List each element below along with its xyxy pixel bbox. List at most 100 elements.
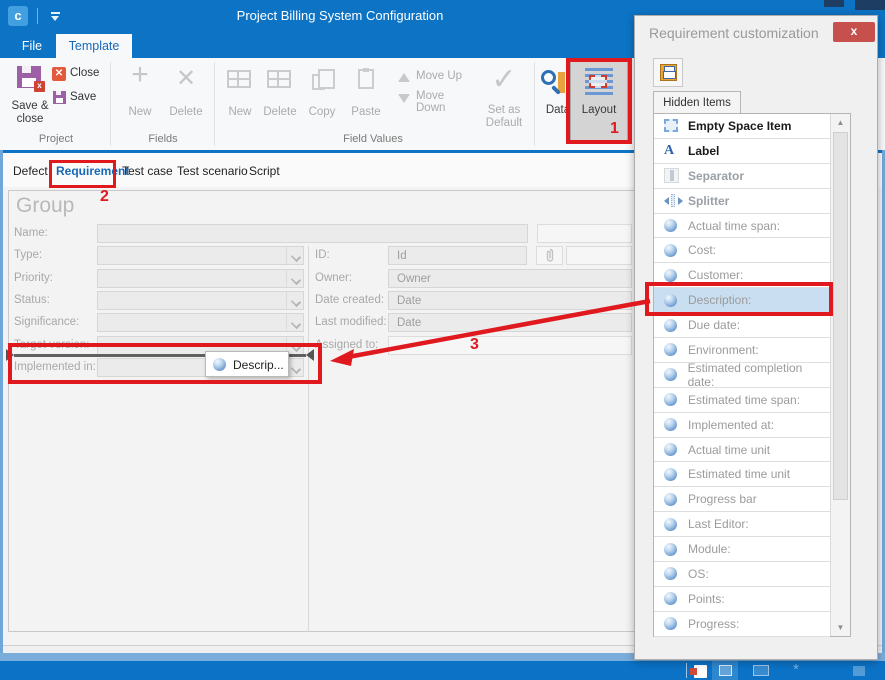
sphere-icon bbox=[664, 343, 677, 356]
chevron-down-icon[interactable] bbox=[286, 247, 303, 264]
list-item-cost[interactable]: Cost: bbox=[654, 238, 830, 263]
label-a-icon: A bbox=[664, 144, 674, 157]
list-item-os[interactable]: OS: bbox=[654, 562, 830, 587]
taskbar-divider bbox=[686, 663, 687, 678]
values-delete-button[interactable]: Delete bbox=[262, 64, 298, 124]
sphere-icon bbox=[664, 368, 677, 381]
assigned-to-field[interactable] bbox=[388, 336, 632, 355]
list-item-label: Splitter bbox=[688, 194, 729, 208]
quick-access-chevron-icon[interactable] bbox=[50, 12, 61, 21]
list-item-label: Separator bbox=[688, 169, 744, 183]
sphere-icon bbox=[664, 592, 677, 605]
move-up-button[interactable]: Move Up bbox=[396, 70, 476, 86]
id-field[interactable]: Id bbox=[388, 246, 527, 265]
list-scrollbar[interactable]: ▲ ▼ bbox=[830, 114, 850, 636]
chevron-down-icon[interactable] bbox=[286, 292, 303, 309]
group-separator bbox=[534, 62, 535, 146]
separator-icon bbox=[664, 168, 679, 183]
group-separator bbox=[110, 62, 111, 146]
fields-new-button[interactable]: + New bbox=[118, 62, 162, 126]
tab-script[interactable]: Script bbox=[249, 164, 280, 178]
titlebar-divider bbox=[37, 8, 38, 24]
scroll-thumb[interactable] bbox=[833, 132, 848, 500]
name-label: Name: bbox=[14, 227, 48, 239]
annotation-number-3: 3 bbox=[470, 336, 479, 354]
list-item-estimated-time-span[interactable]: Estimated time span: bbox=[654, 388, 830, 413]
set-default-label: Set as Default bbox=[478, 104, 530, 130]
copy-button[interactable]: Copy bbox=[304, 64, 340, 124]
close-label: Close bbox=[70, 67, 99, 79]
sphere-icon bbox=[664, 617, 677, 630]
list-item-due-date[interactable]: Due date: bbox=[654, 313, 830, 338]
values-new-button[interactable]: New bbox=[222, 64, 258, 124]
name-field[interactable] bbox=[97, 224, 528, 243]
taskbar-window-icon bbox=[719, 665, 732, 676]
owner-field[interactable]: Owner bbox=[388, 269, 632, 288]
up-arrow-icon bbox=[398, 73, 410, 82]
id-placeholder: Id bbox=[397, 250, 407, 262]
close-button[interactable]: ✕ Close bbox=[50, 66, 104, 84]
taskbar-notes-icon[interactable] bbox=[694, 665, 707, 678]
list-item-label: Label bbox=[688, 144, 719, 158]
id-extra-field[interactable] bbox=[566, 246, 632, 265]
panel-close-button[interactable]: x bbox=[833, 22, 875, 42]
window-close-partial[interactable] bbox=[855, 0, 885, 10]
list-item-label: Estimated completion date: bbox=[688, 361, 830, 389]
x-icon: ✕ bbox=[164, 64, 208, 93]
list-item-splitter[interactable]: Splitter bbox=[654, 189, 830, 214]
list-item-separator[interactable]: Separator bbox=[654, 164, 830, 189]
table-plus-icon bbox=[227, 70, 251, 88]
date-created-label: Date created: bbox=[315, 294, 384, 306]
check-icon: ✓ bbox=[478, 62, 530, 97]
list-item-actual-time-unit[interactable]: Actual time unit bbox=[654, 438, 830, 463]
empty-space-icon bbox=[664, 119, 678, 132]
panel-save-button[interactable] bbox=[653, 58, 683, 87]
window-controls-partial[interactable] bbox=[824, 0, 844, 7]
list-item-progress[interactable]: Progress: bbox=[654, 612, 830, 637]
type-combobox[interactable] bbox=[97, 246, 304, 265]
tab-file[interactable]: File bbox=[10, 34, 54, 58]
move-down-button[interactable]: Move Down bbox=[396, 90, 476, 106]
sphere-icon bbox=[664, 567, 677, 580]
tab-test-case[interactable]: Test case bbox=[122, 164, 173, 178]
list-item-progress-bar[interactable]: Progress bar bbox=[654, 487, 830, 512]
set-as-default-button[interactable]: ✓ Set as Default bbox=[478, 62, 530, 138]
list-item-environment[interactable]: Environment: bbox=[654, 338, 830, 363]
taskbar-snowflake-icon[interactable]: * bbox=[788, 662, 804, 678]
taskbar-tray-icon[interactable] bbox=[853, 666, 865, 676]
list-item-last-editor[interactable]: Last Editor: bbox=[654, 512, 830, 537]
list-item-label: Last Editor: bbox=[688, 517, 749, 531]
save-button[interactable]: Save bbox=[50, 90, 104, 108]
date-created-field[interactable]: Date bbox=[388, 291, 632, 310]
assigned-to-label: Assigned to: bbox=[315, 339, 378, 351]
scroll-up-icon[interactable]: ▲ bbox=[831, 114, 850, 131]
paste-label: Paste bbox=[344, 106, 388, 119]
list-item-implemented-at[interactable]: Implemented at: bbox=[654, 413, 830, 438]
list-item-label-item[interactable]: A Label bbox=[654, 139, 830, 164]
priority-combobox[interactable] bbox=[97, 269, 304, 288]
tab-hidden-items[interactable]: Hidden Items bbox=[653, 91, 741, 114]
last-modified-field[interactable]: Date bbox=[388, 313, 632, 332]
list-item-points[interactable]: Points: bbox=[654, 587, 830, 612]
attachment-button[interactable] bbox=[536, 246, 563, 265]
name-extra-field[interactable] bbox=[537, 224, 632, 243]
tab-test-scenario[interactable]: Test scenario bbox=[177, 164, 248, 178]
list-item-empty-space[interactable]: Empty Space Item bbox=[654, 114, 830, 139]
paste-button[interactable]: Paste bbox=[348, 64, 384, 124]
scroll-down-icon[interactable]: ▼ bbox=[831, 619, 850, 636]
status-combobox[interactable] bbox=[97, 291, 304, 310]
list-item-module[interactable]: Module: bbox=[654, 537, 830, 562]
tab-template[interactable]: Template bbox=[56, 34, 132, 58]
significance-combobox[interactable] bbox=[97, 313, 304, 332]
chevron-down-icon[interactable] bbox=[286, 314, 303, 331]
list-item-label: Points: bbox=[688, 592, 725, 606]
list-item-actual-time-span[interactable]: Actual time span: bbox=[654, 214, 830, 239]
tab-defect[interactable]: Defect bbox=[13, 164, 48, 178]
owner-placeholder: Owner bbox=[397, 273, 431, 285]
list-item-estimated-completion-date[interactable]: Estimated completion date: bbox=[654, 363, 830, 388]
save-and-close-button[interactable]: x Save & close bbox=[8, 62, 52, 142]
chevron-down-icon[interactable] bbox=[286, 270, 303, 287]
list-item-estimated-time-unit[interactable]: Estimated time unit bbox=[654, 462, 830, 487]
taskbar-image-icon[interactable] bbox=[753, 665, 769, 676]
fields-delete-button[interactable]: ✕ Delete bbox=[164, 62, 208, 126]
